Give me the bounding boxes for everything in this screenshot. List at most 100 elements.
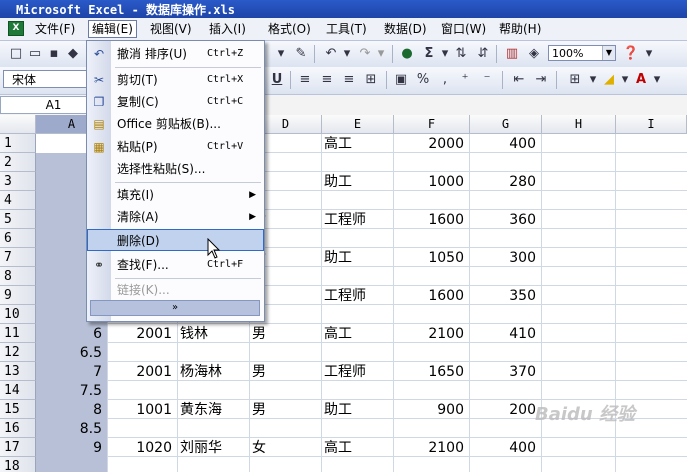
- cell-e-5[interactable]: 工程师: [322, 210, 394, 229]
- menu-data[interactable]: 数据(D): [384, 21, 427, 37]
- redo-dropdown-icon[interactable]: ▾: [372, 45, 390, 63]
- cell-e-14[interactable]: [322, 381, 394, 400]
- underline-icon[interactable]: U: [268, 71, 286, 89]
- cell-f-8[interactable]: [394, 267, 470, 286]
- cell-g-6[interactable]: [470, 229, 542, 248]
- column-header-i[interactable]: I: [616, 115, 687, 134]
- cell-c-12[interactable]: [178, 343, 250, 362]
- increase-decimal-icon[interactable]: ⁺: [456, 71, 474, 89]
- cell-c-16[interactable]: [178, 419, 250, 438]
- cell-e-4[interactable]: [322, 191, 394, 210]
- menu-item-copy[interactable]: ❐ 复制(C) Ctrl+C: [87, 91, 264, 113]
- cell-a-14[interactable]: 7.5: [36, 381, 108, 400]
- increase-indent-icon[interactable]: ⇥: [532, 71, 550, 89]
- cell-e-11[interactable]: 高工: [322, 324, 394, 343]
- cell-e-17[interactable]: 高工: [322, 438, 394, 457]
- format-painter-icon[interactable]: ✎: [292, 45, 310, 63]
- cell-e-10[interactable]: [322, 305, 394, 324]
- cell-e-16[interactable]: [322, 419, 394, 438]
- cell-f-6[interactable]: [394, 229, 470, 248]
- cell-e-6[interactable]: [322, 229, 394, 248]
- font-color-dropdown-icon[interactable]: ▾: [648, 71, 666, 89]
- menu-item-cut[interactable]: ✂ 剪切(T) Ctrl+X: [87, 69, 264, 91]
- cell-f-15[interactable]: 900: [394, 400, 470, 419]
- menu-item-paste[interactable]: ▦ 粘贴(P) Ctrl+V: [87, 136, 264, 158]
- cell-a-12[interactable]: 6.5: [36, 343, 108, 362]
- cell-b-16[interactable]: [108, 419, 178, 438]
- cell-c-11[interactable]: 钱林: [178, 324, 250, 343]
- row-header[interactable]: 18: [0, 457, 36, 472]
- cell-d-17[interactable]: 女: [250, 438, 322, 457]
- cell-f-9[interactable]: 1600: [394, 286, 470, 305]
- cell-g-1[interactable]: 400: [470, 134, 542, 153]
- row-header[interactable]: 12: [0, 343, 36, 362]
- cell-g-13[interactable]: 370: [470, 362, 542, 381]
- decrease-decimal-icon[interactable]: ⁻: [478, 71, 496, 89]
- cell-d-18[interactable]: [250, 457, 322, 472]
- cell-g-17[interactable]: 400: [470, 438, 542, 457]
- percent-icon[interactable]: %: [414, 71, 432, 89]
- new-icon[interactable]: □: [7, 45, 25, 63]
- comma-style-icon[interactable]: ,: [436, 71, 454, 89]
- align-right-icon[interactable]: ≡: [340, 71, 358, 89]
- cell-a-13[interactable]: 7: [36, 362, 108, 381]
- cell-c-17[interactable]: 刘丽华: [178, 438, 250, 457]
- cell-d-14[interactable]: [250, 381, 322, 400]
- cell-e-7[interactable]: 助工: [322, 248, 394, 267]
- cell-f-5[interactable]: 1600: [394, 210, 470, 229]
- cell-f-10[interactable]: [394, 305, 470, 324]
- cell-b-11[interactable]: 2001: [108, 324, 178, 343]
- cell-b-15[interactable]: 1001: [108, 400, 178, 419]
- cell-g-4[interactable]: [470, 191, 542, 210]
- row-header[interactable]: 8: [0, 267, 36, 286]
- cell-d-15[interactable]: 男: [250, 400, 322, 419]
- row-header[interactable]: 3: [0, 172, 36, 191]
- cell-g-2[interactable]: [470, 153, 542, 172]
- hyperlink-icon[interactable]: ●: [398, 45, 416, 63]
- excel-app-icon[interactable]: X: [8, 21, 24, 36]
- column-header-e[interactable]: E: [322, 115, 394, 134]
- toolbar-options-icon[interactable]: ▾: [640, 45, 658, 63]
- menu-item-fill[interactable]: 填充(I) ▶: [87, 184, 264, 206]
- cell-g-5[interactable]: 360: [470, 210, 542, 229]
- row-header[interactable]: 7: [0, 248, 36, 267]
- cell-a-16[interactable]: 8.5: [36, 419, 108, 438]
- cell-e-2[interactable]: [322, 153, 394, 172]
- cell-g-14[interactable]: [470, 381, 542, 400]
- currency-icon[interactable]: ▣: [392, 71, 410, 89]
- save-icon[interactable]: ▪: [45, 45, 63, 63]
- help-icon[interactable]: ❓: [622, 45, 640, 63]
- menu-file[interactable]: 文件(F): [35, 21, 75, 37]
- cell-g-7[interactable]: 300: [470, 248, 542, 267]
- cell-b-17[interactable]: 1020: [108, 438, 178, 457]
- cell-d-16[interactable]: [250, 419, 322, 438]
- menu-window[interactable]: 窗口(W): [441, 21, 486, 37]
- cell-e-15[interactable]: 助工: [322, 400, 394, 419]
- row-header[interactable]: 13: [0, 362, 36, 381]
- menu-insert[interactable]: 插入(I): [209, 21, 246, 37]
- row-header[interactable]: 10: [0, 305, 36, 324]
- row-header[interactable]: 4: [0, 191, 36, 210]
- cell-d-12[interactable]: [250, 343, 322, 362]
- chart-wizard-icon[interactable]: ▥: [503, 45, 521, 63]
- column-header-g[interactable]: G: [470, 115, 542, 134]
- cell-b-18[interactable]: [108, 457, 178, 472]
- open-icon[interactable]: ▭: [26, 45, 44, 63]
- cell-f-2[interactable]: [394, 153, 470, 172]
- cell-c-14[interactable]: [178, 381, 250, 400]
- cell-e-12[interactable]: [322, 343, 394, 362]
- cell-f-17[interactable]: 2100: [394, 438, 470, 457]
- row-header[interactable]: 2: [0, 153, 36, 172]
- cell-e-13[interactable]: 工程师: [322, 362, 394, 381]
- decrease-indent-icon[interactable]: ⇤: [510, 71, 528, 89]
- drawing-icon[interactable]: ◈: [525, 45, 543, 63]
- menu-edit[interactable]: 编辑(E): [88, 20, 137, 38]
- row-header[interactable]: 14: [0, 381, 36, 400]
- menu-tools[interactable]: 工具(T): [326, 21, 367, 37]
- row-header[interactable]: 15: [0, 400, 36, 419]
- cell-g-16[interactable]: [470, 419, 542, 438]
- cell-d-13[interactable]: 男: [250, 362, 322, 381]
- cell-f-1[interactable]: 2000: [394, 134, 470, 153]
- menu-view[interactable]: 视图(V): [150, 21, 192, 37]
- row-header[interactable]: 6: [0, 229, 36, 248]
